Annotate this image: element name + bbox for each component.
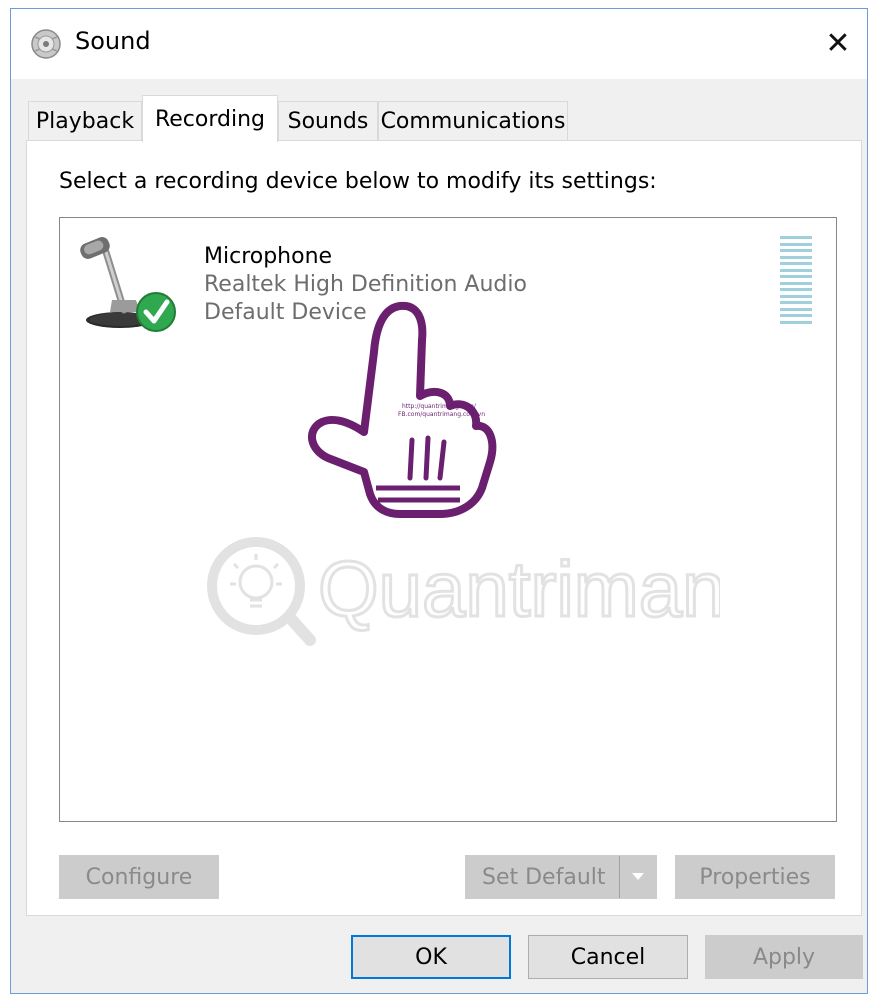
cancel-button[interactable]: Cancel <box>528 935 688 979</box>
hand-cursor-icon: http://quantrimang.com/ FB.com/quantrima… <box>308 301 497 518</box>
watermark-brand: Quantrimang <box>318 545 720 633</box>
cursor-url-1: http://quantrimang.com/ <box>402 403 477 410</box>
device-list[interactable]: Microphone Realtek High Definition Audio… <box>59 217 837 822</box>
sound-dialog: Sound ✕ Playback Recording Sounds Commun… <box>10 8 868 994</box>
speaker-icon <box>31 29 61 59</box>
ok-button[interactable]: OK <box>351 935 511 979</box>
level-meter <box>780 236 812 324</box>
properties-label: Properties <box>699 864 811 890</box>
recording-panel: Select a recording device below to modif… <box>26 140 862 916</box>
apply-label: Apply <box>752 944 816 970</box>
device-name: Microphone <box>204 244 333 269</box>
tab-playback[interactable]: Playback <box>28 101 142 141</box>
configure-label: Configure <box>85 864 193 890</box>
cursor-url-2: FB.com/quantrimang.com.vn <box>398 411 485 418</box>
cancel-label: Cancel <box>570 944 646 970</box>
window-title: Sound <box>75 27 151 55</box>
instruction-text: Select a recording device below to modif… <box>59 169 657 194</box>
chevron-down-icon <box>619 856 656 898</box>
tab-sounds[interactable]: Sounds <box>278 101 378 141</box>
tab-recording[interactable]: Recording <box>142 95 278 142</box>
title-bar: Sound ✕ <box>11 9 867 79</box>
set-default-button: Set Default <box>465 855 657 899</box>
watermark-logo: Quantrimang <box>207 537 720 646</box>
properties-button: Properties <box>675 855 835 899</box>
tab-communications[interactable]: Communications <box>378 101 568 141</box>
apply-button: Apply <box>705 935 863 979</box>
configure-button: Configure <box>59 855 219 899</box>
ok-label: OK <box>415 944 447 970</box>
close-button[interactable]: ✕ <box>809 9 867 77</box>
microphone-icon <box>80 237 176 332</box>
set-default-label: Set Default <box>482 864 606 890</box>
